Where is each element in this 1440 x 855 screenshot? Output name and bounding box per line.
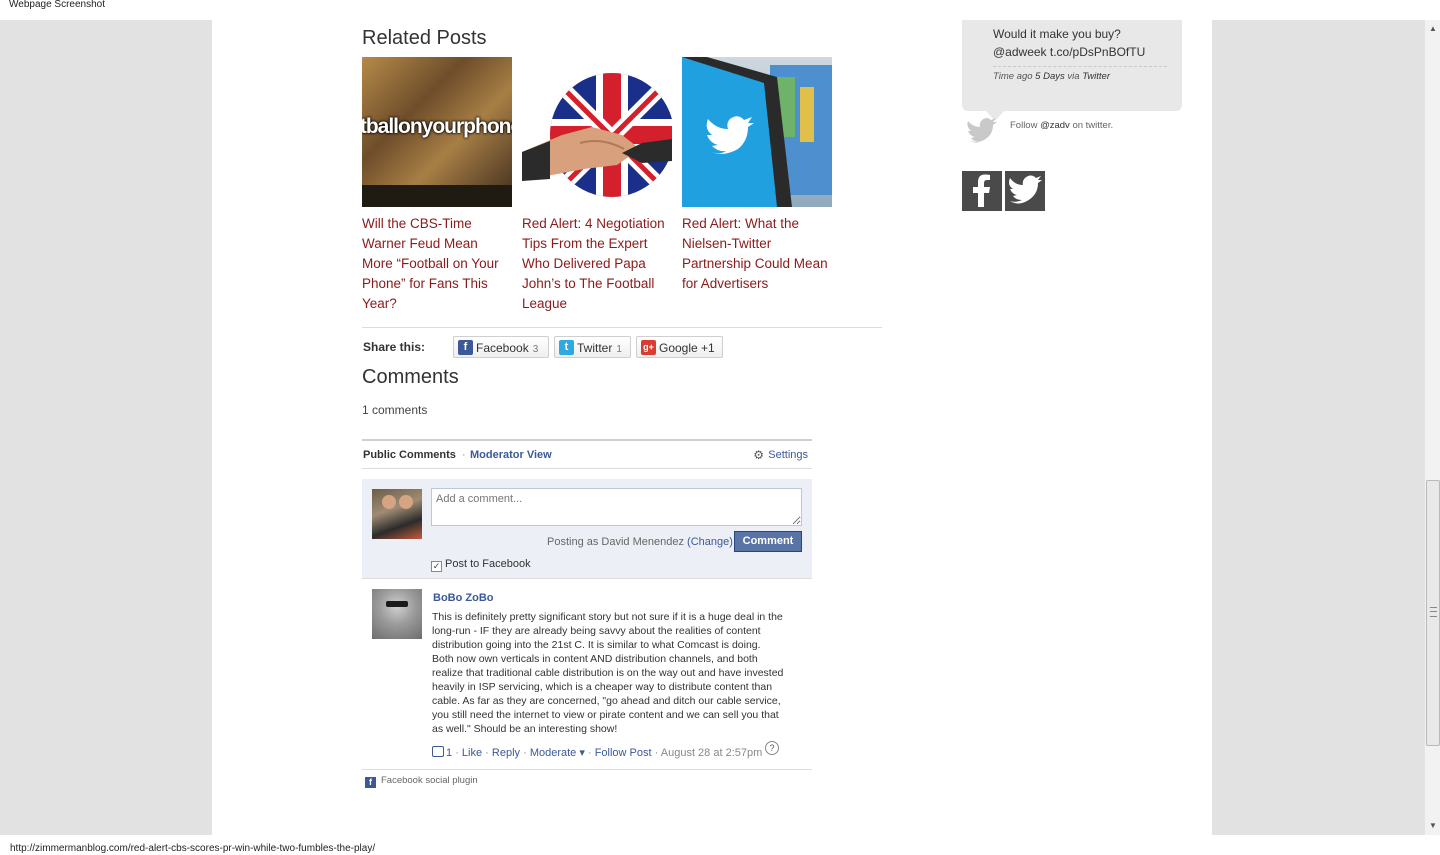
share-google-label: Google +1 xyxy=(659,341,715,355)
thumbnail-tv-frame xyxy=(362,185,512,207)
related-post-link-1[interactable]: Will the CBS-Time Warner Feud Mean More … xyxy=(362,214,512,314)
scrollbar-thumb[interactable] xyxy=(1426,480,1440,746)
share-google-button[interactable]: g+ Google +1 xyxy=(636,336,723,358)
posting-as-text: Posting as David Menendez (Change) xyxy=(547,536,733,548)
vertical-scrollbar[interactable]: ▲ ▼ xyxy=(1424,20,1440,835)
share-facebook-button[interactable]: f Facebook 3 xyxy=(453,336,549,358)
related-post-thumbnail-3[interactable] xyxy=(682,57,832,207)
post-to-facebook-label: Post to Facebook xyxy=(445,558,531,570)
comment-body: This is definitely pretty significant st… xyxy=(432,611,784,735)
twitter-handle-link[interactable]: @zadv xyxy=(1040,120,1070,131)
twitter-bird-icon[interactable] xyxy=(966,118,1000,148)
comment-compose-area: Posting as David Menendez (Change) Comme… xyxy=(362,479,812,579)
change-account-link[interactable]: (Change) xyxy=(687,536,733,548)
twitter-icon: t xyxy=(559,340,574,355)
share-twitter-button[interactable]: t Twitter 1 xyxy=(554,336,631,358)
reply-link[interactable]: Reply xyxy=(492,747,520,759)
scroll-up-arrow-icon[interactable]: ▲ xyxy=(1425,22,1440,36)
post-to-facebook-checkbox[interactable]: ✓ xyxy=(431,561,442,572)
posting-as-label: Posting as David Menendez xyxy=(547,536,684,548)
follow-suffix: on twitter. xyxy=(1072,120,1114,131)
post-to-facebook-option[interactable]: ✓ Post to Facebook xyxy=(431,558,531,572)
plugin-footer[interactable]: f Facebook social plugin xyxy=(365,775,478,788)
browser-viewport: Related Posts otballonyourphone xyxy=(0,20,1424,835)
comment-author[interactable]: BoBo ZoBo xyxy=(433,592,493,604)
plugin-footer-divider xyxy=(362,769,812,770)
facebook-icon xyxy=(973,174,990,207)
share-twitter-label: Twitter xyxy=(577,341,613,355)
tweet-divider xyxy=(993,66,1167,67)
avatar-visor xyxy=(386,601,408,607)
avatar-face xyxy=(382,495,396,509)
like-count: 1 xyxy=(446,747,453,759)
window-title: Webpage Screenshot xyxy=(0,0,1440,20)
chevron-down-icon: ▾ xyxy=(579,747,585,759)
comments-heading: Comments xyxy=(362,366,459,388)
latest-tweet-box: Would it make you buy? @adweek t.co/pDsP… xyxy=(962,20,1182,121)
tweet-text-line: Would it make you buy? xyxy=(993,27,1121,41)
via-label: via xyxy=(1067,71,1080,82)
moderate-dropdown[interactable]: Moderate ▾ xyxy=(530,747,585,759)
settings-link[interactable]: Settings xyxy=(768,449,808,461)
comment-input[interactable] xyxy=(431,488,802,526)
tweet-link[interactable]: @adweek t.co/pDsPnBOfTU xyxy=(993,45,1145,59)
avatar-face xyxy=(399,495,413,509)
related-post-thumbnail-2[interactable] xyxy=(522,57,672,207)
phone-twitter-image xyxy=(682,57,832,207)
divider xyxy=(362,327,882,328)
comment-date[interactable]: August 28 at 2:57pm xyxy=(661,747,763,759)
scrollbar-grip xyxy=(1430,607,1437,617)
avatar[interactable] xyxy=(372,489,422,539)
comment-item: BoBo ZoBo This is definitely pretty sign… xyxy=(362,589,812,769)
page-gutter-right xyxy=(1212,20,1424,835)
twitter-icon xyxy=(1009,175,1042,204)
like-link[interactable]: Like xyxy=(462,747,482,759)
comments-tab-bar: Public Comments · Moderator View ⚙ Setti… xyxy=(362,439,812,469)
commenter-avatar[interactable] xyxy=(372,589,422,639)
facebook-icon: f xyxy=(365,777,376,788)
related-posts-heading: Related Posts xyxy=(362,27,487,49)
time-ago-value[interactable]: 5 Days xyxy=(1035,71,1065,82)
status-bar-url: http://zimmermanblog.com/red-alert-cbs-s… xyxy=(0,835,1440,855)
share-facebook-count: 3 xyxy=(532,344,539,355)
time-ago-label: Time ago xyxy=(993,71,1033,82)
share-facebook-label: Facebook xyxy=(476,341,529,355)
scroll-down-arrow-icon[interactable]: ▼ xyxy=(1425,819,1440,833)
related-post-link-3[interactable]: Red Alert: What the Nielsen-Twitter Part… xyxy=(682,214,832,294)
related-post-thumbnail-1[interactable]: otballonyourphone xyxy=(362,57,512,207)
comment-actions: 1 · Like · Reply · Moderate ▾ · Follow P… xyxy=(432,746,762,759)
follow-on-twitter: Follow @zadv on twitter. xyxy=(1010,120,1113,131)
follow-post-link[interactable]: Follow Post xyxy=(595,747,652,759)
help-icon[interactable]: ? xyxy=(765,741,779,755)
plugin-footer-label: Facebook social plugin xyxy=(381,775,478,786)
facebook-social-button[interactable] xyxy=(962,171,1002,211)
tab-moderator-view[interactable]: Moderator View xyxy=(470,449,552,461)
handshake-flag-image xyxy=(522,73,672,197)
share-twitter-count: 1 xyxy=(616,344,622,355)
share-label: Share this: xyxy=(363,340,426,354)
tab-separator: · xyxy=(462,449,466,461)
page-gutter-left xyxy=(0,20,212,835)
via-twitter-link[interactable]: Twitter xyxy=(1082,71,1110,82)
follow-prefix: Follow xyxy=(1010,120,1038,131)
related-post-link-2[interactable]: Red Alert: 4 Negotiation Tips From the E… xyxy=(522,214,672,314)
tab-public-comments[interactable]: Public Comments xyxy=(363,449,456,461)
moderate-label: Moderate xyxy=(529,747,577,759)
like-thumb-icon[interactable] xyxy=(432,746,444,757)
comment-count: 1 comments xyxy=(362,403,428,417)
comment-button[interactable]: Comment xyxy=(734,531,802,552)
google-plus-icon: g+ xyxy=(641,340,656,355)
gear-icon[interactable]: ⚙ xyxy=(753,448,764,462)
thumbnail-overlay-text: otballonyourphone xyxy=(362,115,512,138)
tweet-meta: Time ago 5 Days via Twitter xyxy=(993,71,1110,82)
facebook-icon: f xyxy=(458,340,473,355)
twitter-social-button[interactable] xyxy=(1005,171,1045,211)
